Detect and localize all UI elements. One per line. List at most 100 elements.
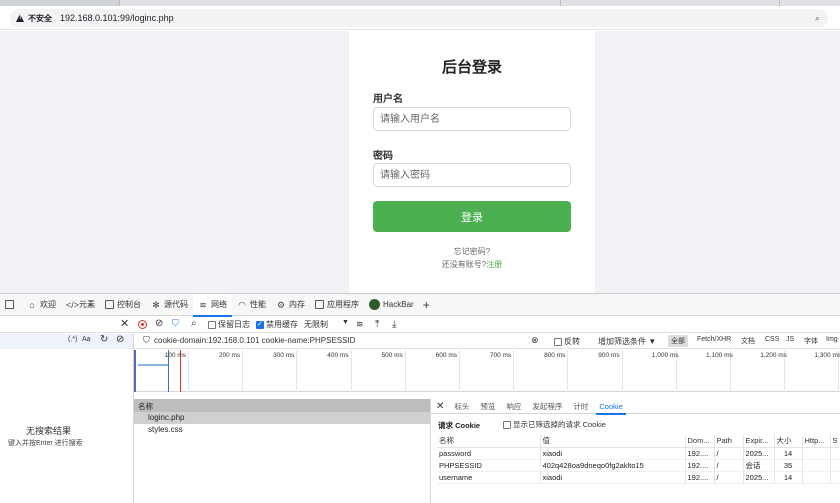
disable-cache-checkbox[interactable]: 禁用缓存 xyxy=(256,319,298,330)
more-filters-dropdown[interactable]: 增加筛选条件 ▼ xyxy=(598,336,656,347)
cookie-column-header[interactable]: 值 xyxy=(539,435,685,448)
tab-headers[interactable]: 标头 xyxy=(454,399,469,414)
cookie-column-header[interactable]: 名称 xyxy=(437,435,540,448)
type-filter-js[interactable]: JS xyxy=(783,335,797,347)
request-cookie-title: 请求 Cookie xyxy=(438,421,481,430)
forgot-password-link[interactable]: 忘记密码? xyxy=(349,246,595,257)
cookie-column-header[interactable]: Http... xyxy=(801,435,830,448)
close-icon[interactable]: ✕ xyxy=(436,401,444,412)
upload-icon[interactable]: ⤒ xyxy=(375,319,379,330)
tab-memory[interactable]: ⚙ 内存 xyxy=(271,294,310,316)
filter-input[interactable]: cookie-domain:192.168.0.101 cookie-name:… xyxy=(154,336,355,345)
cookie-cell: 402q428oa9dneqo0fg2aklto15 xyxy=(539,459,685,472)
clear-icon[interactable]: ⊘ xyxy=(155,318,163,329)
tab-welcome[interactable]: ⌂ 欢迎 xyxy=(22,294,61,316)
network-conditions-icon[interactable]: ≋ xyxy=(356,319,364,330)
tab-application[interactable]: 应用程序 xyxy=(310,294,364,316)
type-filter-font[interactable]: 字体 xyxy=(801,335,821,347)
type-filter-all[interactable]: 全部 xyxy=(668,335,688,347)
show-filtered-label: 显示已筛选掉的请求 Cookie xyxy=(513,420,606,429)
close-search-icon[interactable]: ✕ xyxy=(120,317,129,330)
tab-network[interactable]: ≋ 网络 xyxy=(193,293,232,317)
record-button[interactable] xyxy=(138,320,147,329)
show-filtered-checkbox[interactable]: 显示已筛选掉的请求 Cookie xyxy=(503,419,606,430)
tab-response[interactable]: 响应 xyxy=(506,399,521,414)
cookie-column-header[interactable]: Dom... xyxy=(684,435,714,448)
timeline-bar xyxy=(138,364,168,366)
password-label: 密码 xyxy=(373,151,393,162)
login-button[interactable]: 登录 xyxy=(373,201,571,232)
add-tab-icon[interactable]: + xyxy=(419,298,434,312)
register-link[interactable]: 注册 xyxy=(486,260,502,269)
insecure-label[interactable]: 不安全 xyxy=(28,13,52,24)
timeline-tick xyxy=(404,350,406,392)
preserve-log-checkbox[interactable]: 保留日志 xyxy=(208,319,250,330)
cookie-cell: / xyxy=(713,447,743,460)
console-icon xyxy=(105,300,114,309)
wifi-icon: ≋ xyxy=(199,299,207,310)
type-filter-fetch[interactable]: Fetch/XHR xyxy=(694,335,734,347)
tab-elements[interactable]: </> 元素 xyxy=(61,294,100,316)
regex-toggle[interactable]: (.*) xyxy=(68,336,77,343)
cookie-cell: 192.... xyxy=(684,459,714,472)
no-results-hint: 键入并按Enter 进行搜索 xyxy=(8,440,83,447)
download-icon[interactable]: ⤓ xyxy=(392,319,396,330)
omnibox[interactable]: 不安全 192.168.0.101:99/loginc.php ⌕ xyxy=(10,9,828,27)
request-name-header[interactable]: 名称 xyxy=(134,399,430,412)
throttle-select[interactable]: 无限制 xyxy=(304,319,328,330)
cookie-column-header[interactable]: Path xyxy=(713,435,743,448)
case-toggle[interactable]: Aa xyxy=(82,336,91,343)
cookie-row[interactable]: username xiaodi 192..../2025... 14 xyxy=(437,471,840,484)
tab-timing[interactable]: 计时 xyxy=(573,399,588,414)
cookie-cell xyxy=(801,471,830,484)
timeline-tick-label: 700 ms xyxy=(489,352,512,359)
network-toolbar: ✕ ⊘ ⛉ ⌕ 保留日志 禁用缓存 无限制 ▼ ≋ ⤒ ⤓ xyxy=(0,317,840,333)
checkbox-box xyxy=(503,420,511,429)
timeline-tick xyxy=(459,350,460,392)
cookie-cell: / xyxy=(713,471,743,484)
network-timeline[interactable]: 100 ms 200 ms 300 ms 400 ms 500 ms 600 ms 700 … xyxy=(134,350,840,392)
type-filter-img[interactable]: Img xyxy=(823,335,840,347)
type-filter-css[interactable]: CSS xyxy=(762,335,782,347)
tab-initiator[interactable]: 发起程序 xyxy=(532,399,562,414)
cookie-row[interactable]: PHPSESSID 402q428oa9dneqo0fg2aklto15 192..… xyxy=(437,459,840,472)
cookie-row[interactable]: password xiaodi 192..../2025... 14 xyxy=(437,447,840,460)
cookie-cell xyxy=(801,459,830,472)
timeline-tick xyxy=(242,350,244,392)
cookie-cell: 192.... xyxy=(684,471,714,484)
tab-sources[interactable]: ✻ 源代码 xyxy=(146,294,193,316)
type-filter-doc[interactable]: 文档 xyxy=(738,335,758,347)
invert-checkbox[interactable]: 反转 xyxy=(554,336,580,347)
password-input[interactable] xyxy=(373,163,571,187)
address-bar: 不安全 192.168.0.101:99/loginc.php ⌕ xyxy=(0,6,840,30)
detail-tabbar: ✕ 标头 预览 响应 发起程序 计时 Cookie xyxy=(431,399,840,415)
tab-cookie[interactable]: Cookie xyxy=(596,399,627,415)
cookie-column-header[interactable]: Expir... xyxy=(742,435,774,448)
toggle-drawer-button[interactable] xyxy=(0,294,22,316)
request-row[interactable]: loginc.php xyxy=(134,412,430,424)
zoom-icon[interactable]: ⌕ xyxy=(815,13,820,24)
tab-preview[interactable]: 预览 xyxy=(480,399,495,414)
refresh-icon[interactable]: ↻ xyxy=(100,334,108,345)
tab-hackbar[interactable]: HackBar xyxy=(364,294,419,316)
username-input[interactable] xyxy=(373,107,571,131)
clear-filter-icon[interactable]: ⊗ xyxy=(531,335,539,346)
cookie-column-header[interactable]: S xyxy=(829,435,840,448)
timeline-tick xyxy=(513,350,515,392)
devtools-tabbar: ⌂ 欢迎 </> 元素 控制台 ✻ 源代码 ≋ 网络 ◠ 性能 ⚙ 内存 应用程序 Hack… xyxy=(0,293,840,317)
request-detail-panel: ✕ 标头 预览 响应 发起程序 计时 Cookie 请求 Cookie 显示已筛… xyxy=(430,399,840,503)
cookie-column-header[interactable]: 大小 xyxy=(773,435,802,448)
timeline-tick-label: 200 ms xyxy=(218,352,241,359)
warning-icon[interactable] xyxy=(16,13,25,23)
chevron-down-icon[interactable]: ▼ xyxy=(342,319,349,326)
tab-performance[interactable]: ◠ 性能 xyxy=(232,294,271,316)
request-row[interactable]: styles.css xyxy=(134,424,430,436)
filter-icon[interactable]: ⛉ xyxy=(172,318,179,329)
timeline-tick-label: 800 ms xyxy=(544,352,566,359)
clear-search-icon[interactable]: ⊘ xyxy=(116,334,124,345)
search-icon[interactable]: ⌕ xyxy=(191,318,197,329)
tab-label: HackBar xyxy=(383,300,414,309)
url-text[interactable]: 192.168.0.101:99/loginc.php xyxy=(60,13,174,23)
timeline-tick-label: 1,000 ms xyxy=(651,352,679,359)
tab-console[interactable]: 控制台 xyxy=(100,294,146,316)
